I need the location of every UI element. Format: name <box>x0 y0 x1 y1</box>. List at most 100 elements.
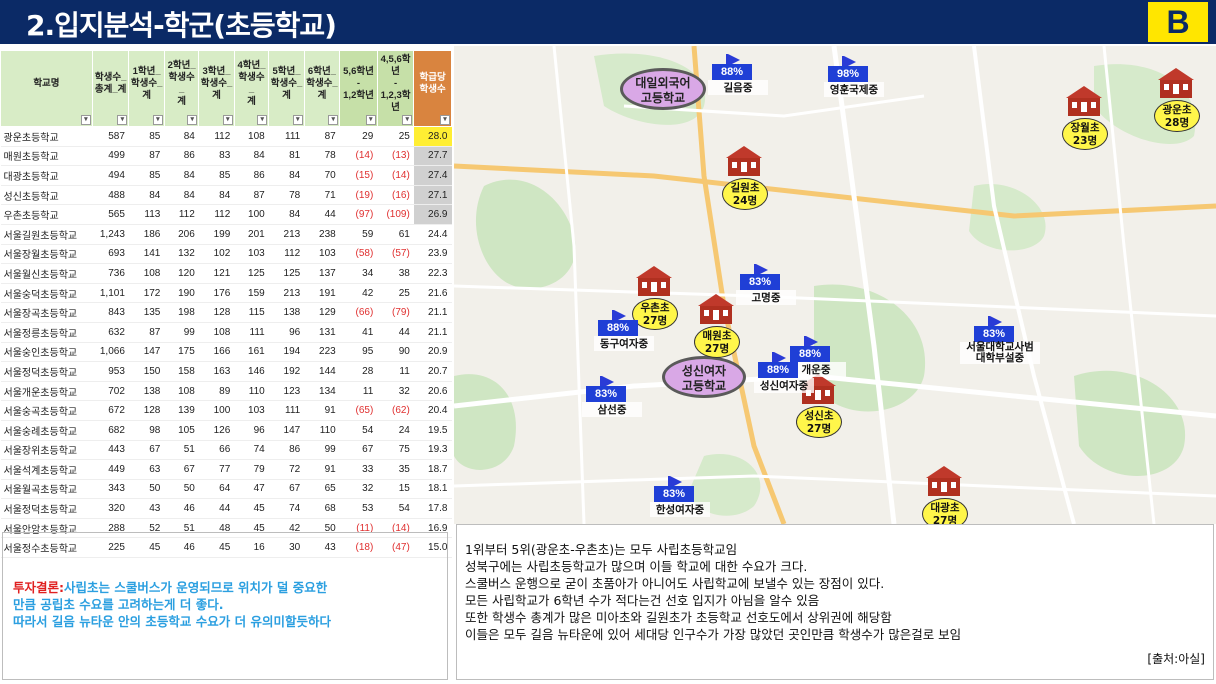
table-cell: 77 <box>198 459 235 480</box>
table-cell: 1,243 <box>92 224 129 245</box>
school-marker-kwangwoon[interactable]: 광운초 28명 <box>1154 66 1200 132</box>
table-cell: 115 <box>234 302 269 323</box>
table-cell: 138 <box>268 302 305 323</box>
column-header[interactable]: 3학년_ 학생수_ 계 ▾ <box>198 50 235 127</box>
school-name-cell: 서울월신초등학교 <box>0 263 93 284</box>
table-header-row: 학교명 ▾ 학생수_ 총계_계 ▾ 1학년_ 학생수_ 계 ▾ 2학년_ 학생수_ 계 ▾ 3학… <box>0 50 452 127</box>
school-marker-maewon[interactable]: 매원초 27명 <box>694 292 740 358</box>
table-cell: 488 <box>92 185 129 206</box>
table-cell: 843 <box>92 302 129 323</box>
filter-dropdown-icon[interactable]: ▾ <box>222 115 233 125</box>
oval-daeil-label: 대일외국어 고등학교 <box>635 76 691 105</box>
table-cell: 112 <box>198 204 235 225</box>
table-cell: 126 <box>198 420 235 441</box>
school-table: 학교명 ▾ 학생수_ 총계_계 ▾ 1학년_ 학생수_ 계 ▾ 2학년_ 학생수_ 계 ▾ 3학… <box>0 50 452 559</box>
table-cell: 1,101 <box>92 283 129 304</box>
filter-dropdown-icon[interactable]: ▾ <box>328 115 339 125</box>
table-row: 매원초등학교 499 87 86 83 84 81 78 (14) (13) 27.7 <box>0 146 452 167</box>
school-building-icon <box>1066 86 1102 116</box>
table-cell: 15 <box>377 479 414 500</box>
table-cell: 67 <box>164 459 199 480</box>
table-cell: 25 <box>377 283 414 304</box>
table-cell: 198 <box>164 302 199 323</box>
school-marker-wuchon[interactable]: 우촌초 27명 <box>632 264 678 330</box>
table-cell: 20.4 <box>413 400 452 421</box>
table-cell: (79) <box>377 302 414 323</box>
filter-dropdown-icon[interactable]: ▾ <box>292 115 303 125</box>
table-cell: 111 <box>234 322 269 343</box>
school-map[interactable]: 대일외국어 고등학교 성신여자 고등학교 광운초 28명 장월초 23명 길원초 24… <box>454 46 1216 524</box>
column-header[interactable]: 4학년_ 학생수_ 계 ▾ <box>233 50 270 127</box>
filter-dropdown-icon[interactable]: ▾ <box>440 115 450 125</box>
table-cell: 120 <box>164 263 199 284</box>
table-cell: 51 <box>164 440 199 461</box>
note-line: 또한 학생수 총계가 많은 미아초와 길원초가 초등학교 선호도에서 상위권에 … <box>465 610 892 625</box>
table-cell: 111 <box>268 126 305 147</box>
table-cell: 41 <box>339 322 378 343</box>
filter-dropdown-icon[interactable]: ▾ <box>187 115 198 125</box>
table-cell: 24 <box>377 420 414 441</box>
table-cell: 74 <box>268 498 305 519</box>
column-header[interactable]: 2학년_ 학생수_ 계 ▾ <box>163 50 200 127</box>
table-cell: 111 <box>268 400 305 421</box>
flag-percent: 88% <box>598 320 638 336</box>
column-header[interactable]: 5학년_ 학생수_ 계 ▾ <box>268 50 305 127</box>
filter-dropdown-icon[interactable]: ▾ <box>117 115 128 125</box>
table-cell: 71 <box>304 185 340 206</box>
table-cell: 108 <box>164 381 199 402</box>
table-cell: 54 <box>377 498 414 519</box>
table-cell: 19.3 <box>413 440 452 461</box>
table-cell: 35 <box>377 459 414 480</box>
column-header[interactable]: 6학년_ 학생수_ 계 ▾ <box>303 50 341 127</box>
school-name-cell: 서울장월초등학교 <box>0 244 93 265</box>
table-cell: 67 <box>339 440 378 461</box>
table-row: 서울월신초등학교 736 108 120 121 125 125 137 34 38 22.3 <box>0 263 452 284</box>
table-cell: 112 <box>198 126 235 147</box>
filter-dropdown-icon[interactable]: ▾ <box>152 115 163 125</box>
source-credit: [출처:아실] <box>1147 652 1205 666</box>
school-marker-jangwol[interactable]: 장월초 23명 <box>1062 84 1108 150</box>
flag-name: 서울대학교사범 대학부설중 <box>960 342 1040 364</box>
column-header[interactable]: 학생수_ 총계_계 ▾ <box>91 50 130 127</box>
school-marker-gilwon[interactable]: 길원초 24명 <box>722 144 768 210</box>
table-cell: 47 <box>234 479 269 500</box>
table-cell: 18.7 <box>413 459 452 480</box>
column-header[interactable]: 학급당 학생수 ▾ <box>413 50 452 127</box>
filter-dropdown-icon[interactable]: ▾ <box>80 115 91 125</box>
table-cell: 84 <box>268 204 305 225</box>
table-cell: 79 <box>234 459 269 480</box>
table-cell: 65 <box>304 479 340 500</box>
column-header[interactable]: 4,5,6학 년 - 1,2,3학 년 ▾ <box>376 50 415 127</box>
table-cell: 66 <box>198 440 235 461</box>
table-cell: 29 <box>339 126 378 147</box>
table-cell: 128 <box>198 302 235 323</box>
flag-name: 성신여자중 <box>754 378 814 393</box>
table-row: 서울장곡초등학교 843 135 198 128 115 138 129 (66) (79) 21.… <box>0 302 452 323</box>
flag-percent: 83% <box>654 486 694 502</box>
filter-dropdown-icon[interactable]: ▾ <box>402 115 413 125</box>
school-marker-daegwang[interactable]: 대광초 27명 <box>922 464 968 524</box>
column-header[interactable]: 1학년_ 학생수_ 계 ▾ <box>128 50 165 127</box>
table-cell: 199 <box>198 224 235 245</box>
table-row: 서울장월초등학교 693 141 132 102 103 112 103 (58) (57) 23.… <box>0 244 452 265</box>
table-cell: 85 <box>198 165 235 186</box>
column-header[interactable]: 학교명 ▾ <box>0 50 93 127</box>
table-cell: 190 <box>164 283 199 304</box>
table-cell: 75 <box>377 440 414 461</box>
table-row: 서울장위초등학교 443 67 51 66 74 86 99 67 75 19.3 <box>0 440 452 461</box>
table-cell: 95 <box>339 342 378 363</box>
table-cell: 32 <box>377 381 414 402</box>
school-building-icon <box>636 266 672 296</box>
table-cell: 50 <box>128 479 165 500</box>
table-cell: 21.1 <box>413 302 452 323</box>
filter-dropdown-icon[interactable]: ▾ <box>257 115 268 125</box>
column-header[interactable]: 5,6학년 - 1,2학년 ▾ <box>339 50 378 127</box>
table-cell: 72 <box>268 459 305 480</box>
table-cell: 449 <box>92 459 129 480</box>
filter-dropdown-icon[interactable]: ▾ <box>365 115 376 125</box>
note-line: 모든 사립학교가 6학년 수가 적다는건 선호 입지가 아님을 알수 있음 <box>465 593 820 608</box>
table-cell: 91 <box>304 400 340 421</box>
table-cell: 103 <box>304 244 340 265</box>
flag-name: 삼선중 <box>582 402 642 417</box>
table-cell: 99 <box>164 322 199 343</box>
